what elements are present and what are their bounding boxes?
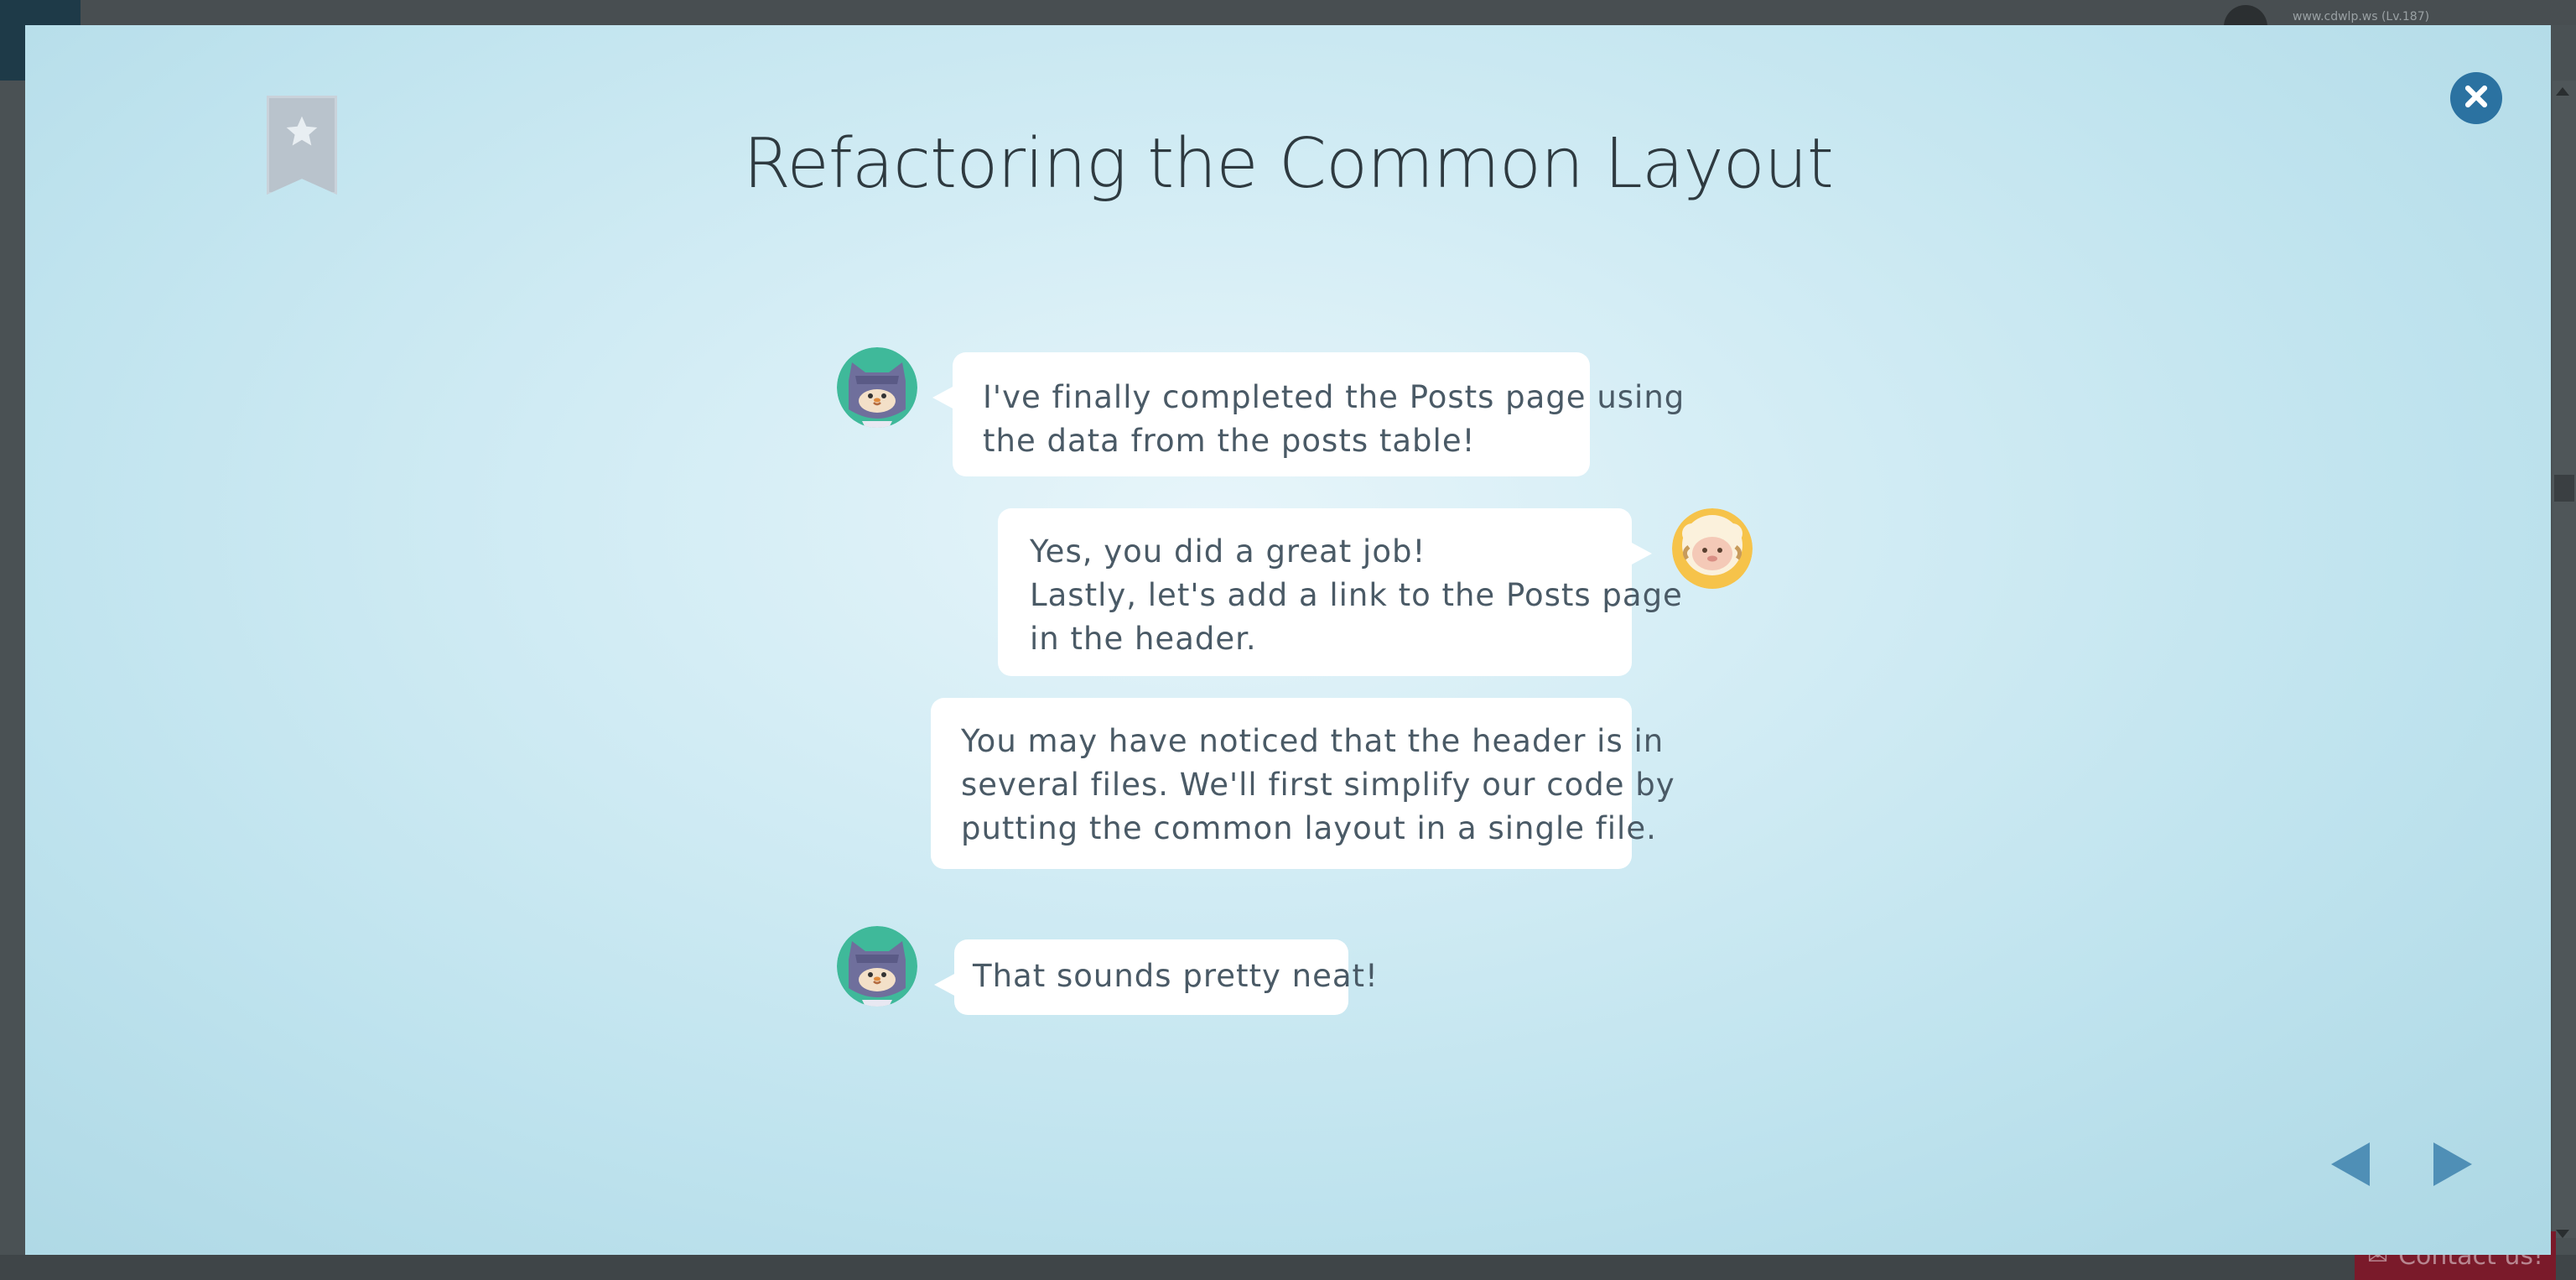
scrollbar-thumb[interactable] (2554, 475, 2574, 502)
triangle-left-icon (2328, 1142, 2371, 1191)
message-line: several files. We'll first simplify our … (961, 767, 1675, 803)
close-icon (2462, 82, 2490, 114)
message-line: I've finally completed the Posts page us… (983, 379, 1685, 415)
scroll-down-icon[interactable] (2556, 1230, 2569, 1238)
message-line: Lastly, let's add a link to the Posts pa… (1030, 577, 1683, 613)
triangle-right-icon (2432, 1142, 2475, 1191)
next-slide-button[interactable] (2432, 1141, 2475, 1188)
slide-modal: Refactoring the Common Layout I've final… (25, 25, 2551, 1255)
ninja-cat-avatar (837, 926, 917, 1007)
page-header (0, 0, 2576, 25)
message-line: putting the common layout in a single fi… (961, 810, 1657, 846)
ninja-cat-avatar (837, 347, 917, 428)
message-line: That sounds pretty neat! (973, 958, 1379, 994)
user-label: www.cdwlp.ws (Lv.187) (2293, 10, 2430, 23)
message-line: in the header. (1030, 621, 1257, 657)
sheep-avatar (1672, 508, 1753, 589)
scroll-up-icon[interactable] (2556, 87, 2569, 96)
message-line: the data from the posts table! (983, 423, 1476, 459)
chat-bubble: That sounds pretty neat! (934, 939, 1379, 1015)
slide-title: Refactoring the Common Layout (743, 124, 1834, 204)
message-line: Yes, you did a great job! (1030, 533, 1426, 570)
message-line: You may have noticed that the header is … (961, 723, 1665, 759)
chat-bubble: Yes, you did a great job! Lastly, let's … (998, 508, 1683, 676)
close-button[interactable] (2450, 72, 2502, 124)
previous-slide-button[interactable] (2328, 1141, 2371, 1188)
page-scrollbar[interactable] (2553, 81, 2576, 1238)
chat-bubble: You may have noticed that the header is … (931, 698, 1675, 869)
page-footer (0, 1255, 2576, 1280)
chat-bubble: I've finally completed the Posts page us… (932, 352, 1685, 476)
